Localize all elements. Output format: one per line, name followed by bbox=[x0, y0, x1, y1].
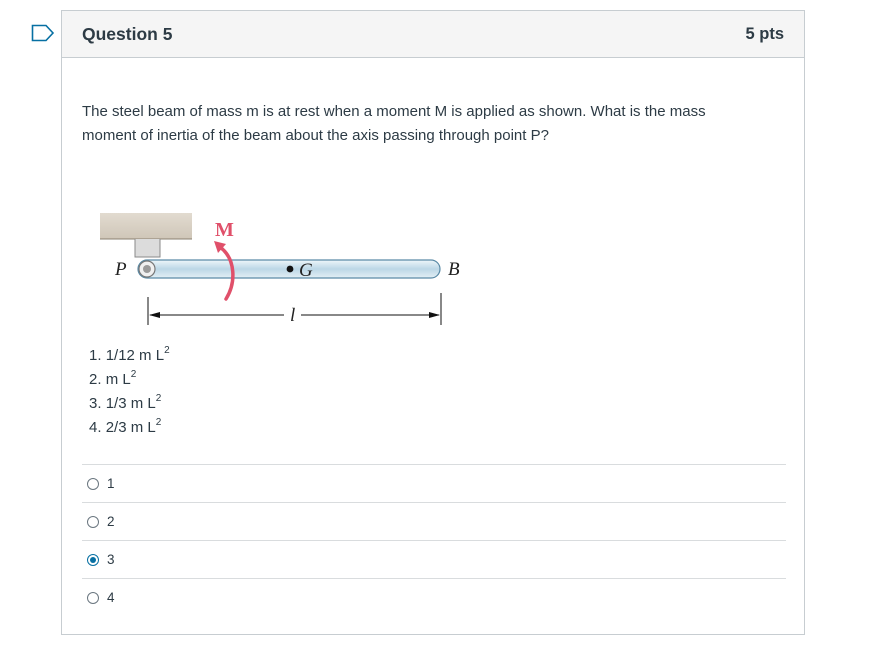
option-item: 3. 1/3 m L2 bbox=[89, 393, 162, 412]
answer-label[interactable]: 1 bbox=[107, 476, 115, 491]
answer-choices: 1 2 3 4 bbox=[82, 464, 786, 616]
option-item: 1. 1/12 m L2 bbox=[89, 345, 170, 364]
radio-button[interactable] bbox=[87, 477, 99, 490]
answer-choice-3[interactable]: 3 bbox=[82, 540, 786, 578]
answer-label[interactable]: 3 bbox=[107, 552, 115, 567]
question-header: Question 5 5 pts bbox=[62, 11, 804, 58]
answer-choice-2[interactable]: 2 bbox=[82, 502, 786, 540]
answer-choice-1[interactable]: 1 bbox=[82, 464, 786, 502]
ceiling-support bbox=[100, 213, 192, 239]
question-body: The steel beam of mass m is at rest when… bbox=[62, 58, 804, 148]
center-label: G bbox=[299, 260, 313, 281]
beam-diagram: M P G B l bbox=[100, 213, 460, 326]
question-points: 5 pts bbox=[745, 24, 784, 43]
question-text: The steel beam of mass m is at rest when… bbox=[82, 103, 706, 144]
option-item: 4. 2/3 m L2 bbox=[89, 417, 162, 436]
moment-label: M bbox=[215, 219, 234, 241]
center-of-mass-dot bbox=[286, 265, 294, 273]
option-item: 2. m L2 bbox=[89, 369, 137, 388]
question-card: Question 5 5 pts The steel beam of mass … bbox=[61, 10, 805, 635]
question-title: Question 5 bbox=[82, 23, 173, 44]
end-label: B bbox=[448, 259, 460, 280]
answer-options-list: 1. 1/12 m L2 2. m L2 3. 1/3 m L2 4. 2/3 … bbox=[89, 340, 170, 436]
length-label: l bbox=[290, 305, 295, 326]
answer-label[interactable]: 2 bbox=[107, 514, 115, 529]
radio-button-selected[interactable] bbox=[87, 553, 99, 566]
radio-button[interactable] bbox=[87, 591, 99, 604]
bookmark-flag-icon[interactable] bbox=[31, 24, 55, 42]
radio-button[interactable] bbox=[87, 515, 99, 528]
pin-bracket bbox=[134, 239, 161, 258]
answer-choice-4[interactable]: 4 bbox=[82, 578, 786, 616]
answer-label[interactable]: 4 bbox=[107, 590, 115, 605]
pivot-label: P bbox=[114, 259, 127, 280]
